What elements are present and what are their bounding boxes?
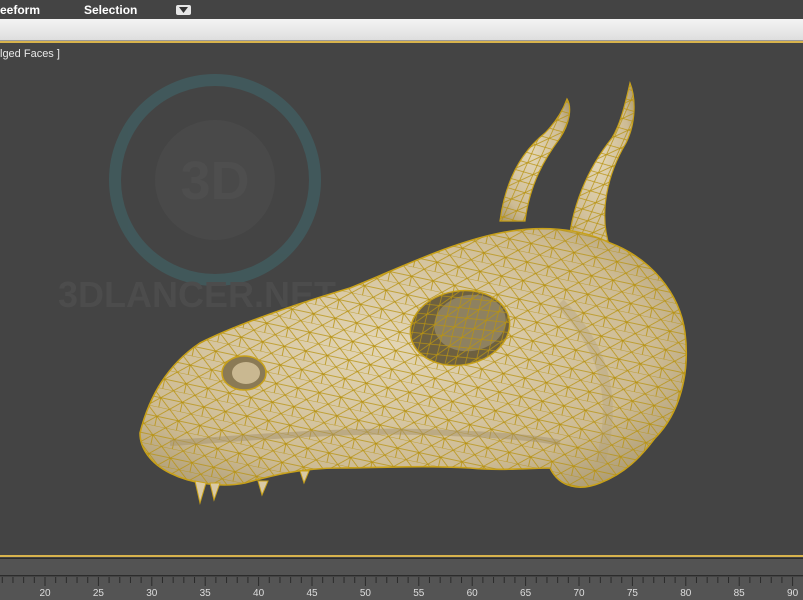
track-tick-label: 30 [146,588,158,599]
ribbon-panel [0,19,803,41]
track-tick-label: 20 [39,588,51,599]
perspective-viewport[interactable]: lged Faces ] 3D 3DLANCER.NET [0,41,803,557]
time-slider[interactable] [0,558,803,576]
track-tick-label: 90 [787,588,799,599]
chevron-down-icon [179,7,188,13]
bottom-bar: 20 25 30 35 40 45 50 55 60 65 70 75 80 85 90 [0,557,803,600]
watermark-logo: 3D [109,74,321,286]
track-tick-label: 80 [680,588,692,599]
track-tick-label: 50 [359,588,371,599]
track-tick-label: 85 [733,588,745,599]
track-tick-label: 25 [92,588,104,599]
viewport-scene: 3D 3DLANCER.NET [58,74,688,505]
track-tick-label: 65 [520,588,532,599]
ribbon-tab-bar: eeform Selection [0,0,803,19]
track-bar[interactable]: 20 25 30 35 40 45 50 55 60 65 70 75 80 85 90 [0,577,803,600]
track-tick-label: 40 [253,588,265,599]
track-tick-label: 70 [573,588,585,599]
track-tick-label: 60 [466,588,478,599]
track-tick-label: 45 [306,588,318,599]
track-tick-label: 55 [413,588,425,599]
ribbon-dropdown-button[interactable] [176,5,191,15]
tab-selection[interactable]: Selection [84,3,137,17]
tab-freeform[interactable]: eeform [0,3,40,17]
track-tick-label: 75 [626,588,638,599]
watermark-logo-text: 3D [180,151,249,211]
track-tick-label: 35 [199,588,211,599]
